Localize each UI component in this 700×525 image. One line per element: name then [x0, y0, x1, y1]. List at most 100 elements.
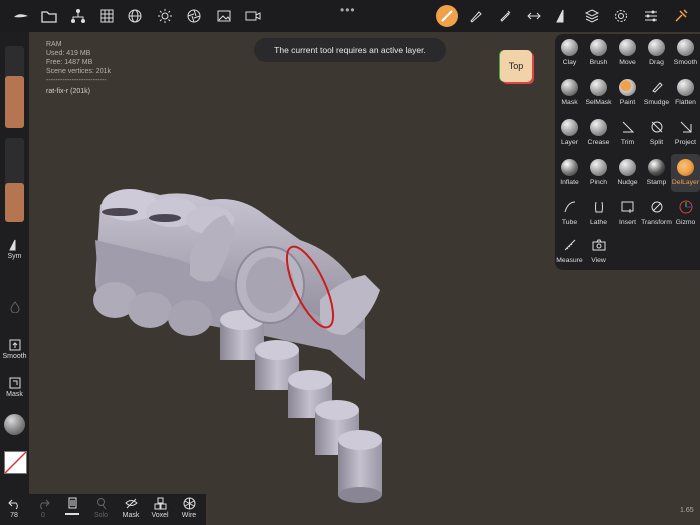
top-toolbar: ••• [0, 0, 700, 32]
symmetry-icon [8, 239, 15, 251]
tool-label: Smudge [643, 99, 670, 106]
tool-transform[interactable]: Transform [641, 194, 672, 232]
wrench-icon[interactable] [670, 5, 692, 27]
dropper-button[interactable] [0, 301, 29, 315]
video-icon[interactable] [242, 5, 264, 27]
transform-icon [648, 198, 666, 216]
paint-tool-icon[interactable] [494, 5, 516, 27]
stats-separator: -------------------------- [46, 77, 107, 84]
selmask-icon [590, 78, 608, 96]
tool-clay[interactable]: Clay [555, 34, 584, 72]
radius-slider[interactable] [5, 46, 24, 128]
view-camera-icon [590, 236, 608, 254]
voxel-label: Voxel [151, 512, 169, 519]
tool-label: Crease [587, 139, 610, 146]
inflate-icon [561, 158, 579, 176]
tool-brush[interactable]: Brush [584, 34, 613, 72]
tool-paint[interactable]: Paint [613, 74, 642, 112]
tool-label: SelMask [585, 99, 612, 106]
ram-used: Used: 419 MB [46, 50, 91, 57]
tool-dellayer[interactable]: DelLayer [671, 154, 700, 192]
tool-label: Brush [589, 59, 608, 66]
wireframe-icon [183, 497, 195, 510]
mask-button[interactable]: Mask [0, 377, 29, 398]
tool-tube[interactable]: Tube [555, 194, 584, 232]
view-cube[interactable]: Top [500, 50, 532, 82]
tool-label: Flatten [675, 99, 696, 106]
dellayer-active-icon[interactable] [436, 5, 458, 27]
camera-lens-icon[interactable] [183, 5, 205, 27]
logo-icon[interactable] [10, 5, 32, 27]
intensity-slider-fill [5, 182, 24, 222]
tool-lathe[interactable]: Lathe [584, 194, 613, 232]
bottom-toolbar: 78 0 Solo Mask Voxel Wire [0, 494, 206, 525]
file-button[interactable] [58, 497, 86, 515]
wire-button[interactable]: Wire [175, 497, 203, 519]
tool-selmask[interactable]: SelMask [584, 74, 613, 112]
tool-split[interactable]: Split [642, 114, 671, 152]
toast-message: The current tool requires an active laye… [254, 38, 446, 62]
sun-icon[interactable] [154, 5, 176, 27]
eye-off-icon [124, 498, 138, 509]
redo-button[interactable]: 0 [29, 497, 57, 519]
document-icon [68, 497, 76, 509]
tool-label: Inflate [560, 179, 579, 186]
sym-button[interactable]: Sym [0, 239, 29, 260]
undo-button[interactable]: 78 [0, 497, 28, 519]
tool-view[interactable]: View [584, 232, 613, 270]
color-swatch[interactable] [4, 451, 27, 474]
tool-stamp[interactable]: Stamp [642, 154, 671, 192]
tool-crease[interactable]: Crease [584, 114, 613, 152]
model-name: rat-fix-r (201k) [46, 88, 90, 95]
tool-label: Drag [649, 59, 664, 66]
tool-trim[interactable]: Trim [613, 114, 642, 152]
sym-label: Sym [7, 253, 22, 260]
scene-graph-icon[interactable] [67, 5, 89, 27]
smooth-label: Smooth [2, 353, 27, 360]
tool-label: Lathe [589, 219, 607, 226]
dellayer-icon [677, 158, 695, 176]
tool-layer[interactable]: Layer [555, 114, 584, 152]
image-icon[interactable] [213, 5, 235, 27]
gear-icon[interactable] [610, 5, 632, 27]
globe-icon[interactable] [124, 5, 146, 27]
tool-drag[interactable]: Drag [642, 34, 671, 72]
tool-flatten[interactable]: Flatten [671, 74, 700, 112]
tool-smudge[interactable]: Smudge [642, 74, 671, 112]
tool-inflate[interactable]: Inflate [555, 154, 584, 192]
smooth-button[interactable]: Smooth [0, 339, 29, 360]
voxel-button[interactable]: Voxel [146, 497, 174, 519]
symmetry-icon[interactable] [552, 5, 574, 27]
tool-label: Smooth [673, 59, 698, 66]
tool-nudge[interactable]: Nudge [613, 154, 642, 192]
tool-label: Layer [560, 139, 578, 146]
sliders-icon[interactable] [640, 5, 662, 27]
move-icon [619, 38, 637, 56]
tool-gizmo[interactable]: Gizmo [671, 194, 700, 232]
layers-icon[interactable] [581, 5, 603, 27]
nudge-icon [619, 158, 637, 176]
intensity-slider[interactable] [5, 138, 24, 222]
tool-label: Stamp [646, 179, 667, 186]
tool-project[interactable]: Project [671, 114, 700, 152]
tool-move[interactable]: Move [613, 34, 642, 72]
stamp-icon [648, 158, 666, 176]
redo-icon [39, 499, 50, 510]
tool-insert[interactable]: Insert [613, 194, 642, 232]
tool-label: Tube [561, 219, 578, 226]
tool-pinch[interactable]: Pinch [584, 154, 613, 192]
tool-smooth[interactable]: Smooth [671, 34, 700, 72]
solo-button[interactable]: Solo [87, 497, 115, 519]
mask-label: Mask [6, 391, 23, 398]
folder-icon[interactable] [38, 5, 60, 27]
mask-visibility-button[interactable]: Mask [117, 497, 145, 519]
brush-icon[interactable] [465, 5, 487, 27]
tool-label: Paint [619, 99, 636, 106]
tool-measure[interactable]: Measure [555, 232, 584, 270]
more-dots-icon[interactable]: ••• [340, 3, 356, 17]
grid-icon[interactable] [96, 5, 118, 27]
scale-icon[interactable] [523, 5, 545, 27]
undo-icon [7, 499, 18, 510]
tool-mask[interactable]: Mask [555, 74, 584, 112]
material-ball[interactable] [4, 414, 25, 435]
